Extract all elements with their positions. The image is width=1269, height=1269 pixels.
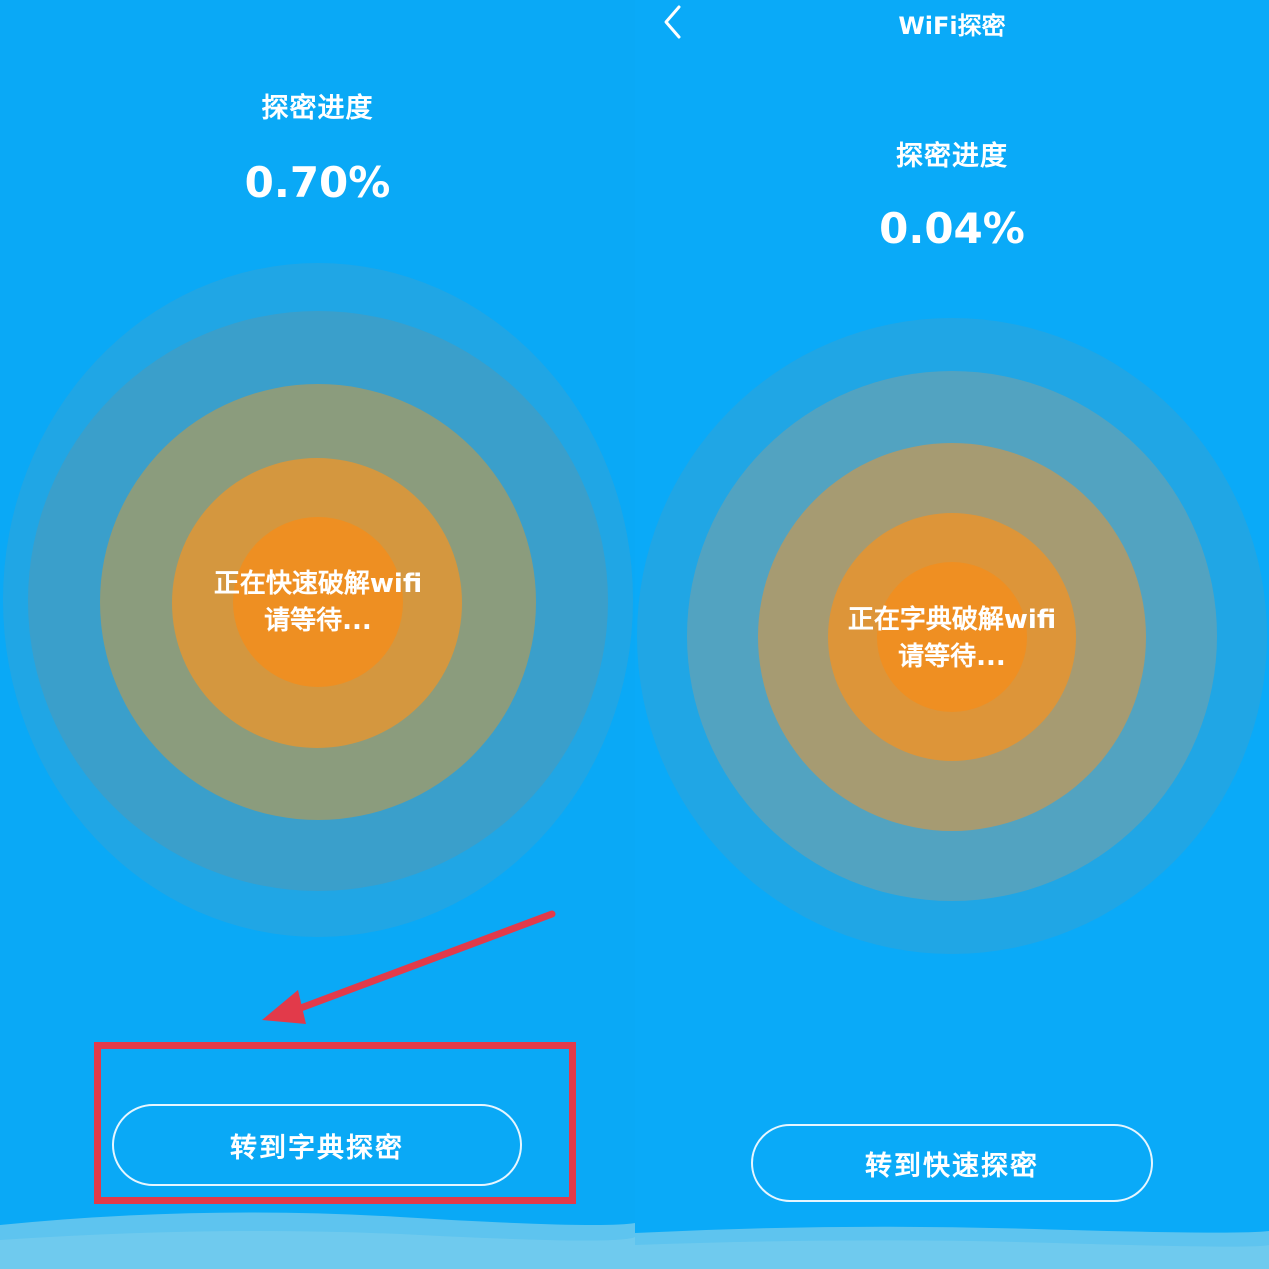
status-line-1: 正在字典破解wifi	[847, 605, 1057, 635]
switch-to-quick-button[interactable]: 转到快速探密	[751, 1124, 1153, 1202]
status-text: 正在字典破解wifi 请等待...	[812, 602, 1092, 676]
right-screen: WiFi探密 探密进度 0.04% 正在字典破解wifi 请等待... 转到快速…	[635, 0, 1269, 1269]
bottom-wave	[635, 1226, 1269, 1269]
arrow-icon	[262, 910, 556, 1024]
status-line-2: 请等待...	[898, 642, 1006, 672]
screenshot-stage: 探密进度 0.70% 正在快速破解wifi 请等待... 转到字典探密 WiFi…	[0, 0, 1269, 1269]
left-screen: 探密进度 0.70% 正在快速破解wifi 请等待... 转到字典探密	[0, 0, 635, 1269]
